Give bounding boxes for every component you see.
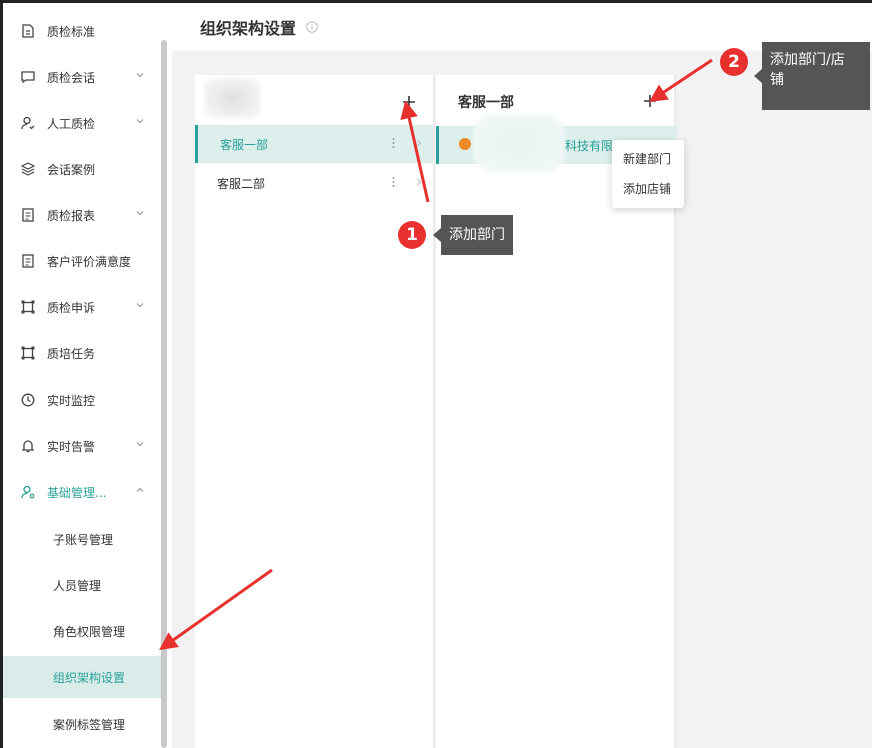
chevron-right-icon	[417, 178, 422, 186]
tooltip-add-department-store: 添加部门/店 铺	[754, 42, 870, 110]
menu-item-new-department[interactable]: 新建部门	[612, 144, 684, 174]
layers-icon	[21, 162, 35, 176]
sidebar-item-label: 质检报表	[47, 208, 96, 223]
sidebar-scrollbar[interactable]	[161, 40, 167, 748]
report-icon	[21, 208, 35, 222]
sidebar-item-label: 会话案例	[47, 162, 96, 177]
user-check-icon	[21, 116, 35, 130]
step-badge-1: 1	[398, 221, 426, 249]
chevron-down-icon	[136, 303, 144, 308]
sidebar-item-session-cases[interactable]: 会话案例	[3, 146, 161, 192]
department-name: 客服二部	[217, 176, 266, 191]
more-vertical-icon[interactable]	[392, 176, 395, 188]
file-icon	[21, 24, 35, 38]
department-item[interactable]: 客服一部	[195, 125, 433, 163]
info-icon[interactable]	[306, 21, 318, 33]
sidebar-subitem-sub-accounts[interactable]: 子账号管理	[3, 518, 161, 560]
sidebar-item-quality-sessions[interactable]: 质检会话	[3, 54, 161, 100]
sidebar-item-manual-inspection[interactable]: 人工质检	[3, 100, 161, 146]
chevron-up-icon	[136, 487, 144, 492]
sidebar-subitem-label: 角色权限管理	[53, 624, 126, 639]
sidebar-subitem-org-structure[interactable]: 组织架构设置	[3, 656, 161, 698]
sidebar-subitem-roles[interactable]: 角色权限管理	[3, 610, 161, 652]
sidebar-item-label: 实时告警	[47, 439, 96, 454]
more-vertical-icon[interactable]	[392, 137, 395, 149]
sidebar-item-label: 人工质检	[47, 116, 96, 131]
add-dropdown-menu: 新建部门 添加店铺	[612, 140, 684, 208]
company-logo-blurred	[205, 78, 260, 118]
bell-icon	[21, 439, 35, 453]
report-icon	[21, 254, 35, 268]
sidebar-item-appeals[interactable]: 质检申诉	[3, 284, 161, 330]
detail-panel-title: 客服一部	[458, 95, 514, 111]
page-title: 组织架构设置	[200, 19, 297, 38]
sidebar-item-quality-standard[interactable]: 质检标准	[3, 8, 161, 54]
store-name-blurred	[473, 114, 565, 172]
sidebar-item-quality-reports[interactable]: 质检报表	[3, 192, 161, 238]
sidebar-subitem-label: 子账号管理	[53, 532, 114, 547]
add-department-button[interactable]	[401, 94, 417, 110]
clock-icon	[21, 393, 35, 407]
sidebar-item-realtime-alerts[interactable]: 实时告警	[3, 423, 161, 469]
chat-icon	[21, 70, 35, 84]
menu-item-add-store[interactable]: 添加店铺	[612, 174, 684, 204]
chevron-right-icon	[417, 139, 422, 147]
sidebar: 质检标准 质检会话 人工质检 会话案例 质检报表 客户评价满意度 质检申诉 质培…	[3, 3, 161, 748]
department-name: 客服一部	[220, 137, 269, 152]
chevron-down-icon	[136, 211, 144, 216]
sidebar-subitem-staff[interactable]: 人员管理	[3, 564, 161, 606]
frame-icon	[21, 300, 35, 314]
add-department-or-store-button[interactable]	[642, 93, 658, 109]
panel-divider	[433, 75, 435, 748]
sidebar-subitem-case-tags[interactable]: 案例标签管理	[3, 703, 161, 745]
step-badge-2: 2	[720, 48, 748, 76]
sidebar-item-label: 质检标准	[47, 24, 96, 39]
sidebar-subitem-label: 人员管理	[53, 578, 102, 593]
chevron-down-icon	[136, 442, 144, 447]
store-logo-icon	[459, 138, 471, 150]
sidebar-item-label: 客户评价满意度	[47, 254, 132, 269]
department-item[interactable]: 客服二部	[195, 164, 433, 202]
sidebar-item-training-tasks[interactable]: 质培任务	[3, 330, 161, 376]
sidebar-item-label: 实时监控	[47, 393, 96, 408]
chevron-down-icon	[136, 119, 144, 124]
sidebar-subitem-label: 案例标签管理	[53, 717, 126, 732]
sidebar-item-label: 质检申诉	[47, 300, 96, 315]
sidebar-item-realtime-monitor[interactable]: 实时监控	[3, 377, 161, 423]
chevron-down-icon	[136, 73, 144, 78]
sidebar-subitem-label: 组织架构设置	[53, 670, 126, 685]
user-settings-icon	[21, 485, 35, 499]
sidebar-item-label: 质检会话	[47, 70, 96, 85]
tooltip-add-department: 添加部门	[433, 215, 513, 255]
sidebar-item-basic-management[interactable]: 基础管理...	[3, 469, 161, 515]
sidebar-item-label: 基础管理...	[47, 485, 107, 500]
sidebar-item-satisfaction[interactable]: 客户评价满意度	[3, 238, 161, 284]
sidebar-item-label: 质培任务	[47, 346, 96, 361]
frame-icon	[21, 346, 35, 360]
